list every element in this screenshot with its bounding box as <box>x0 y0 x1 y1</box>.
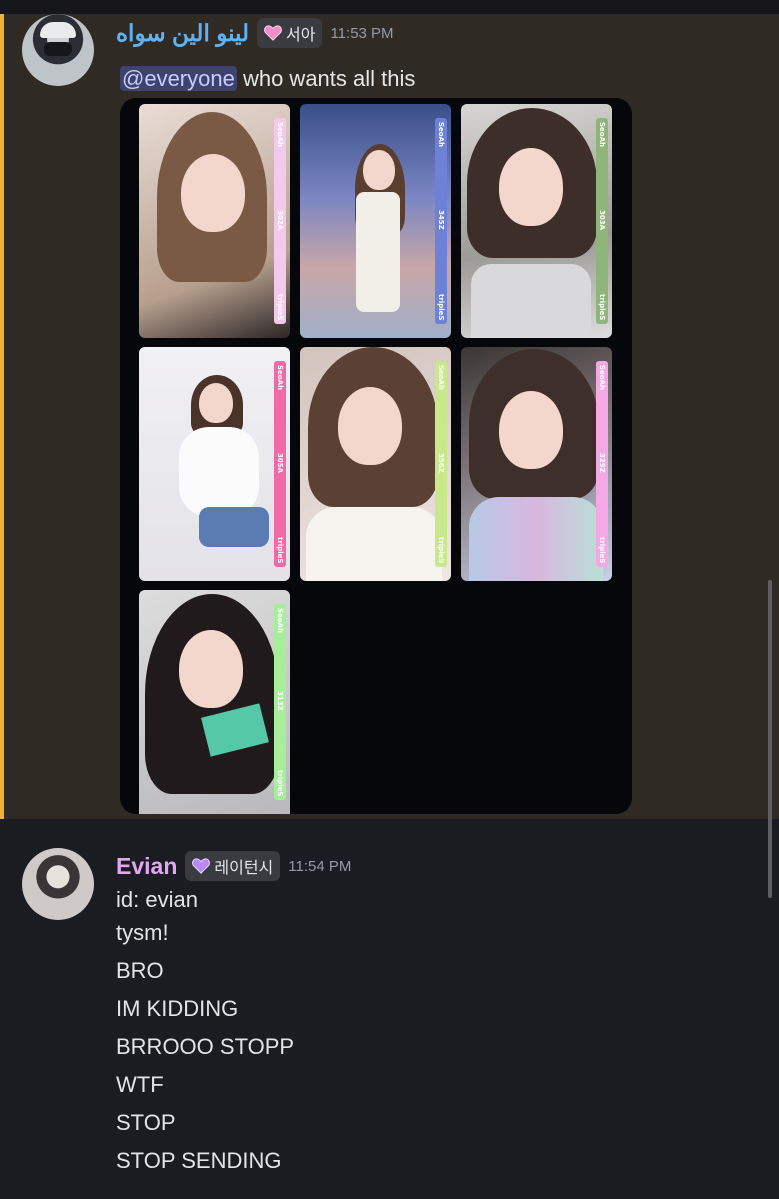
timestamp: 11:53 PM <box>330 24 394 42</box>
message-line: IM KIDDING <box>116 996 239 1021</box>
pink-heart-icon <box>264 25 282 41</box>
card-member: SeoAh <box>598 122 606 147</box>
card-label: tripleS <box>437 536 445 563</box>
photocard[interactable]: SeoAh 313Z tripleS <box>139 590 290 814</box>
card-code: 305A <box>276 453 284 474</box>
card-stripe: SeoAh 303A tripleS <box>596 118 608 324</box>
message-line: BRO <box>116 958 164 983</box>
scrollbar-thumb[interactable] <box>768 580 772 898</box>
card-label: tripleS <box>276 769 284 796</box>
mask-shape <box>44 42 72 56</box>
card-member: SeoAh <box>437 365 445 390</box>
timestamp: 11:54 PM <box>288 857 352 875</box>
top-shape <box>306 507 442 581</box>
card-label: tripleS <box>598 536 606 563</box>
photocard[interactable]: SeoAh 303A tripleS <box>461 104 612 338</box>
card-label: tripleS <box>276 536 284 563</box>
role-label: 서아 <box>286 27 316 44</box>
top-shape <box>469 497 603 581</box>
card-code: 356Z <box>437 453 445 474</box>
skirt-shape <box>199 507 269 547</box>
face-shape <box>179 630 243 708</box>
card-stripe: SeoAh 356Z tripleS <box>435 361 447 567</box>
everyone-mention[interactable]: @everyone <box>120 66 237 91</box>
username[interactable]: لينو الين سواه <box>116 20 249 47</box>
message-header: لينو الين سواه 서아 11:53 PM <box>116 18 394 48</box>
photocard[interactable]: SeoAh 329Z tripleS <box>461 347 612 581</box>
username[interactable]: Evian <box>116 853 177 880</box>
card-stripe: SeoAh 345Z tripleS <box>435 118 447 324</box>
card-member: SeoAh <box>437 122 445 147</box>
card-stripe: SeoAh 313Z tripleS <box>274 604 286 800</box>
purple-heart-icon <box>192 858 211 874</box>
face-shape <box>499 148 563 226</box>
message-line: id: evian <box>116 887 198 912</box>
avatar[interactable] <box>22 848 94 920</box>
photocard[interactable]: SeoAh 356Z tripleS <box>300 347 451 581</box>
face-shape <box>363 150 395 190</box>
card-label: tripleS <box>276 293 284 320</box>
message-line: BRROOO STOPP <box>116 1034 295 1059</box>
card-member: SeoAh <box>276 365 284 390</box>
message-line: tysm! <box>116 920 169 945</box>
message-text: @everyone who wants all this <box>120 66 415 92</box>
top-bar <box>0 0 779 14</box>
card-member: SeoAh <box>598 365 606 390</box>
face-shape <box>199 383 233 423</box>
face-shape <box>499 391 563 469</box>
shirt-shape <box>471 264 591 338</box>
photocard[interactable]: SeoAh 305A tripleS <box>139 347 290 581</box>
card-code: 313Z <box>276 691 284 712</box>
dress-shape <box>356 192 400 312</box>
avatar[interactable] <box>22 14 94 86</box>
card-code: 303A <box>598 210 606 231</box>
face-shape <box>338 387 402 465</box>
card-member: SeoAh <box>276 122 284 147</box>
card-stripe: SeoAh 305A tripleS <box>274 361 286 567</box>
face-shape <box>181 154 245 232</box>
card-stripe: SeoAh 329Z tripleS <box>596 361 608 567</box>
message-highlighted[interactable]: لينو الين سواه 서아 11:53 PM @everyone who… <box>0 14 779 819</box>
photocard[interactable]: SeoAh 345Z tripleS <box>300 104 451 338</box>
message-header: Evian 레이턴시 11:54 PM <box>116 851 351 881</box>
card-label: tripleS <box>598 293 606 320</box>
card-code: 302A <box>276 210 284 231</box>
image-attachment[interactable]: SeoAh 302A tripleS SeoAh 345Z tripleS Se… <box>120 98 632 814</box>
message-line: STOP <box>116 1110 176 1135</box>
card-stripe: SeoAh 302A tripleS <box>274 118 286 324</box>
message-line: STOP SENDING <box>116 1148 282 1173</box>
message-line: WTF <box>116 1072 164 1097</box>
sweater-shape <box>179 427 259 517</box>
cap-shape <box>40 22 76 38</box>
card-label: tripleS <box>437 293 445 320</box>
role-badge[interactable]: 서아 <box>257 18 323 48</box>
card-member: SeoAh <box>276 608 284 633</box>
message-text-body: who wants all this <box>236 66 416 91</box>
role-label: 레이턴시 <box>214 860 274 877</box>
card-code: 329Z <box>598 453 606 474</box>
photocard[interactable]: SeoAh 302A tripleS <box>139 104 290 338</box>
card-code: 345Z <box>437 210 445 231</box>
role-badge[interactable]: 레이턴시 <box>185 851 281 881</box>
